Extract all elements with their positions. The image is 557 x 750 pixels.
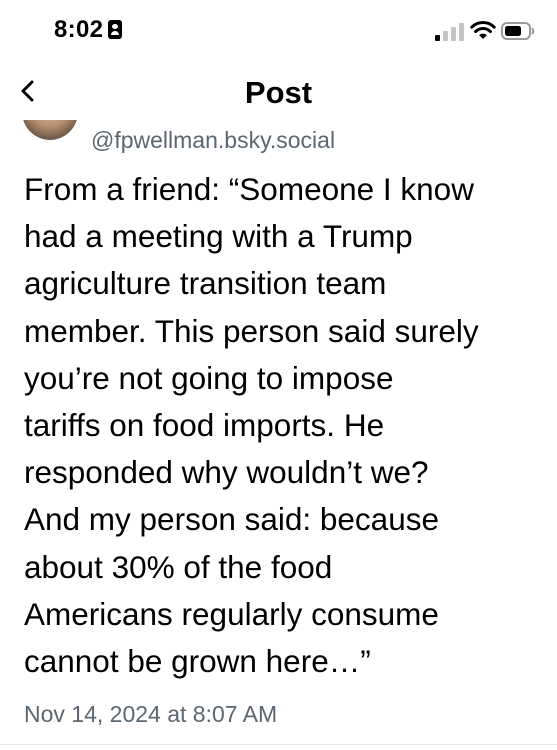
page-title: Post xyxy=(244,75,313,110)
post-text-line: about 30% of the food xyxy=(24,548,333,585)
post-text-line: And my person said: because xyxy=(24,501,439,538)
post-text-line: had a meeting with a Trump xyxy=(24,218,413,255)
status-bar: 8:02 xyxy=(0,0,557,62)
post-text-line: From a friend: “Someone I know xyxy=(24,171,474,207)
battery-icon xyxy=(501,22,535,40)
status-time: 8:02 xyxy=(54,16,104,43)
post-text-line: responded why wouldn’t we? xyxy=(24,454,429,491)
post-timestamp: Nov 14, 2024 at 8:07 AM xyxy=(24,701,278,727)
divider xyxy=(0,744,557,745)
post-text-line: tariffs on food imports. He xyxy=(24,407,385,444)
post-text-line: Americans regularly consume xyxy=(24,595,439,632)
post-text-line: cannot be grown here…” xyxy=(24,643,371,680)
focus-mode-icon xyxy=(108,20,122,39)
post-text-line: member. This person said surely xyxy=(24,312,479,349)
post-text: From a friend: “Someone I know had a mee… xyxy=(24,166,544,685)
author-handle[interactable]: @fpwellman.bsky.social xyxy=(91,127,335,154)
nav-header: Post xyxy=(0,62,557,120)
post-screen: 8:02 Post @fpwellman.bsky.social From a … xyxy=(0,0,557,750)
post-text-line: you’re not going to impose xyxy=(24,359,394,396)
wifi-icon xyxy=(470,21,496,39)
cellular-signal-icon xyxy=(435,23,464,41)
post-text-line: agriculture transition team xyxy=(24,265,387,302)
